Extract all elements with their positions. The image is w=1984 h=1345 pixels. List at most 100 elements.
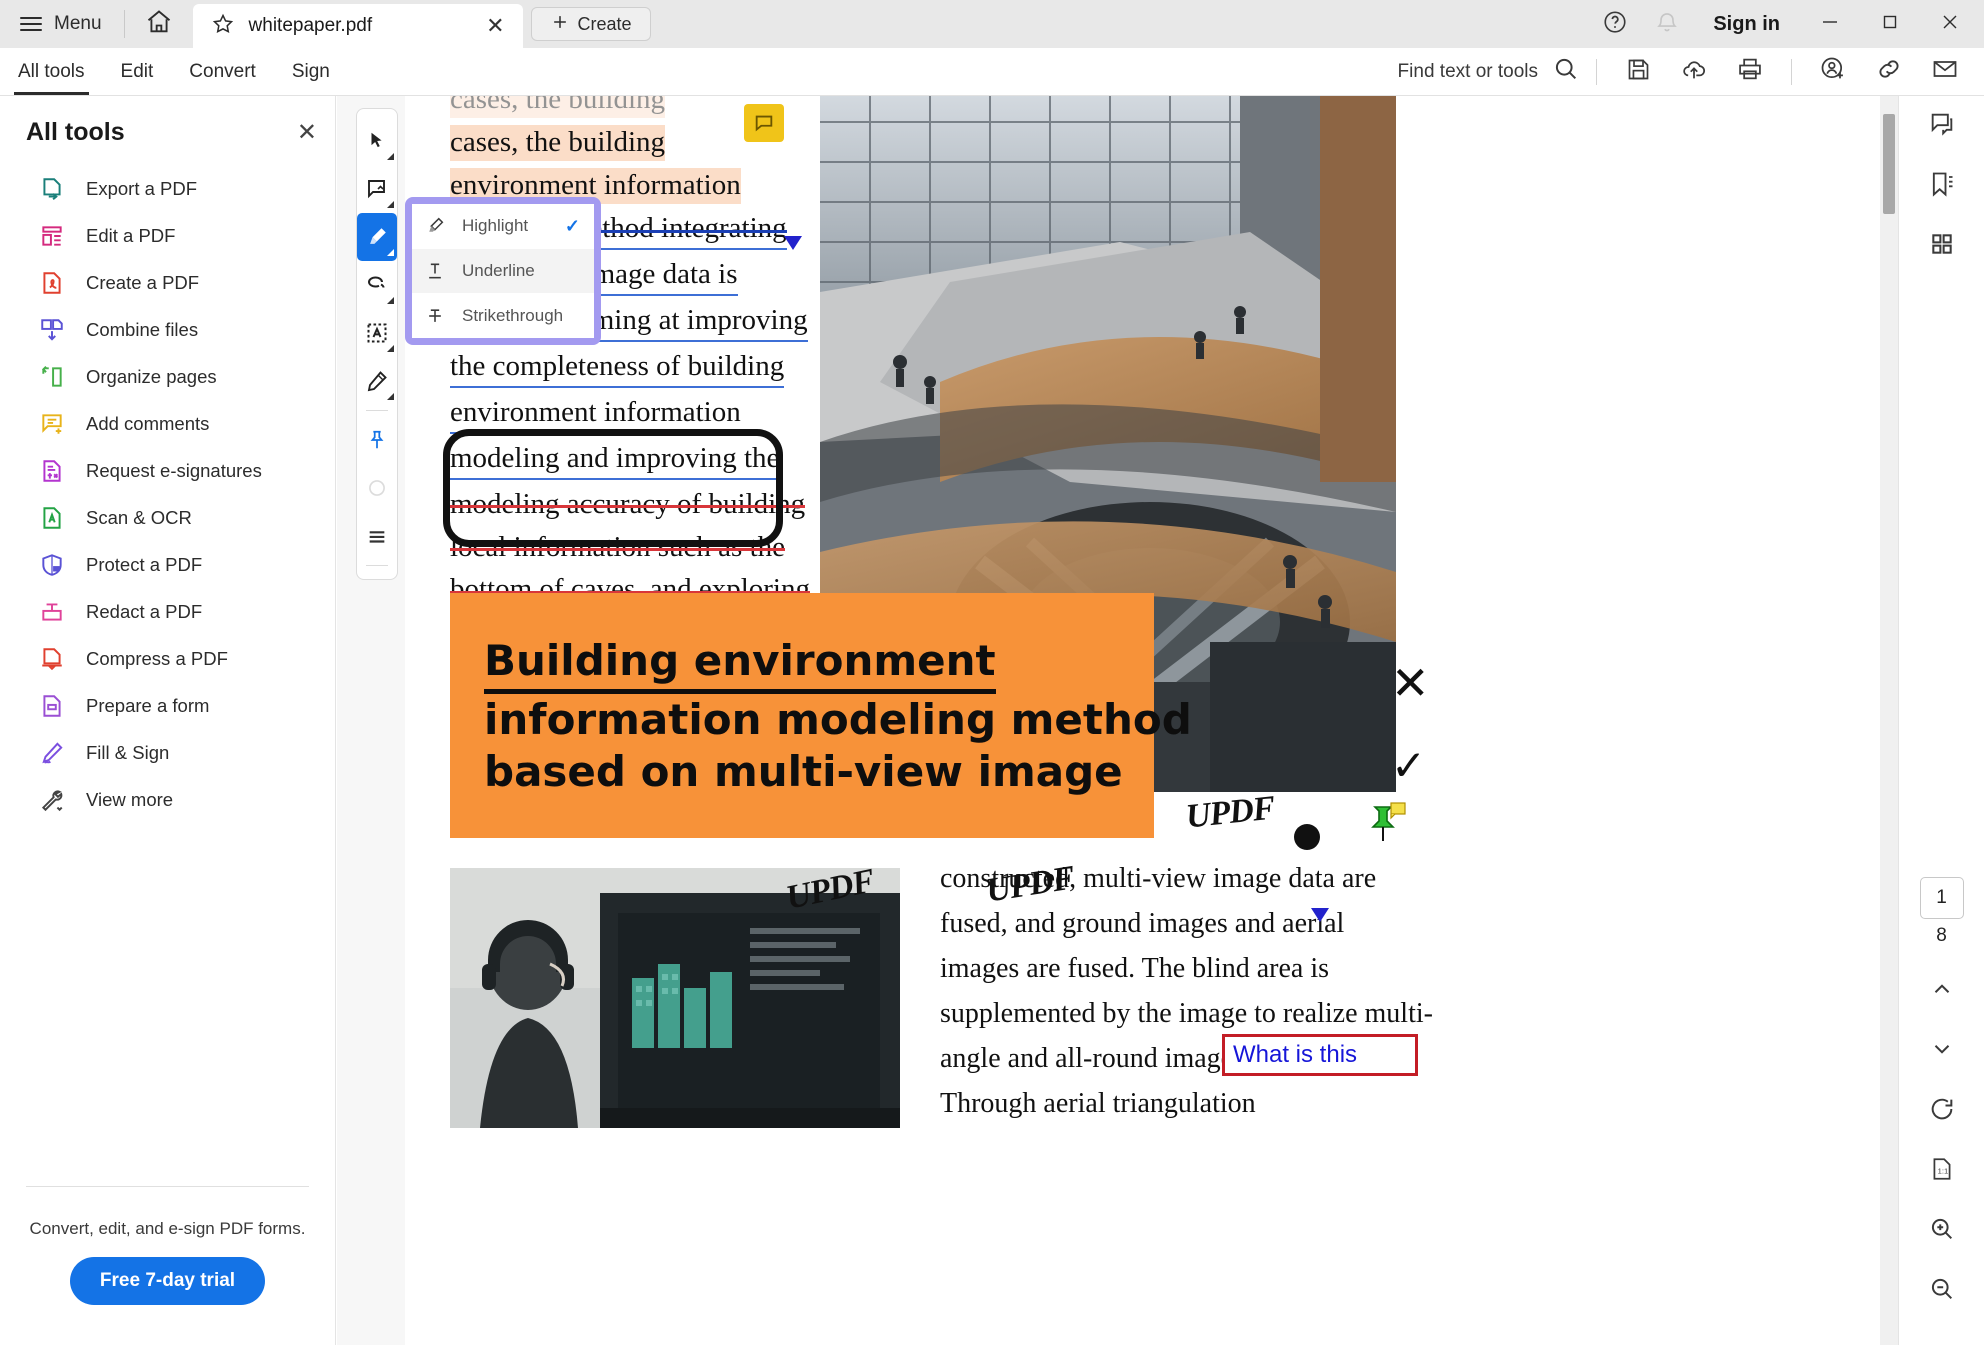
create-button[interactable]: Create: [530, 7, 651, 41]
sidebar-item-view-more[interactable]: View more: [0, 776, 335, 823]
tab-convert[interactable]: Convert: [171, 48, 274, 95]
blue-caret-marker[interactable]: [1311, 908, 1329, 922]
sidebar-item-export-a-pdf[interactable]: Export a PDF: [0, 165, 335, 212]
x-stamp-annotation[interactable]: ✕: [1391, 656, 1430, 710]
draw-tool-button[interactable]: [357, 261, 397, 309]
document-scrollbar-thumb[interactable]: [1883, 114, 1895, 214]
sidebar-item-protect-a-pdf[interactable]: Protect a PDF: [0, 541, 335, 588]
close-tab-icon[interactable]: ✕: [486, 15, 504, 37]
sidebar-item-request-e-signatures[interactable]: Request e-signatures: [0, 447, 335, 494]
sidebar-item-label: Create a PDF: [86, 271, 200, 293]
hamburger-icon: [20, 17, 42, 31]
sidebar-item-redact-a-pdf[interactable]: Redact a PDF: [0, 588, 335, 635]
all-tools-sidebar: All tools ✕ Export a PDF Edit a PDF Crea…: [0, 96, 336, 1345]
mail-button[interactable]: [1920, 48, 1970, 96]
yellow-sticky-note-icon[interactable]: [744, 104, 784, 142]
organize-pages-icon: [38, 363, 66, 391]
check-stamp-annotation[interactable]: ✓: [1391, 741, 1426, 790]
document-tab[interactable]: whitepaper.pdf ✕: [192, 4, 523, 48]
export-pdf-icon: [38, 175, 66, 203]
annotation-toolbar: [356, 108, 398, 580]
sticky-note-tool-button[interactable]: [357, 165, 397, 213]
maximize-button[interactable]: [1862, 0, 1918, 48]
document-title-line-1: Building environment: [484, 635, 996, 695]
select-tool-button[interactable]: [357, 117, 397, 165]
doc-line: fused, and ground images and aerial: [940, 907, 1345, 939]
find-button[interactable]: Find text or tools: [1398, 55, 1580, 89]
menu-item-highlight[interactable]: Highlight ✓: [412, 204, 594, 249]
signature-text: UPDF: [1184, 789, 1277, 836]
sidebar-item-edit-a-pdf[interactable]: Edit a PDF: [0, 212, 335, 259]
star-icon[interactable]: [211, 12, 235, 41]
signature-annotation[interactable]: UPDF: [1184, 789, 1276, 836]
notifications-button[interactable]: [1643, 0, 1691, 48]
previous-page-button[interactable]: [1910, 961, 1974, 1021]
blue-caret-marker[interactable]: [784, 236, 802, 250]
add-comments-icon: [38, 410, 66, 438]
bookmarks-panel-button[interactable]: [1910, 156, 1974, 216]
more-tool-button[interactable]: [357, 512, 397, 560]
comments-panel-button[interactable]: [1910, 96, 1974, 156]
link-button[interactable]: [1864, 48, 1914, 96]
document-title-line-2: information modeling method: [484, 695, 1192, 745]
document-title-lines: Building environment information modelin…: [450, 593, 1192, 798]
doc-line: cases, the building: [450, 124, 666, 161]
tab-edit-label: Edit: [120, 60, 154, 82]
minimize-button[interactable]: [1802, 0, 1858, 48]
add-person-button[interactable]: [1808, 48, 1858, 96]
print-button[interactable]: [1725, 48, 1775, 96]
stamp-tool-button[interactable]: [357, 416, 397, 464]
sidebar-item-combine-files[interactable]: Combine files: [0, 306, 335, 353]
callout-text-box[interactable]: What is this: [1222, 1034, 1418, 1076]
save-button[interactable]: [1613, 48, 1663, 96]
tab-edit[interactable]: Edit: [103, 48, 172, 95]
free-trial-button[interactable]: Free 7-day trial: [69, 1257, 266, 1305]
shape-tool-button[interactable]: [357, 464, 397, 512]
menu-item-underline[interactable]: Underline: [412, 248, 594, 294]
sidebar-item-label: Scan & OCR: [86, 506, 192, 528]
sidebar-header: All tools ✕: [0, 96, 335, 147]
upload-button[interactable]: [1669, 48, 1719, 96]
home-button[interactable]: [125, 0, 193, 48]
sidebar-item-add-comments[interactable]: Add comments: [0, 400, 335, 447]
tab-all-tools[interactable]: All tools: [0, 48, 103, 95]
highlight-options-menu: Highlight ✓ Underline Strikethrough: [405, 197, 601, 345]
rotate-button[interactable]: [1910, 1081, 1974, 1141]
compress-pdf-icon: [38, 645, 66, 673]
page-number-input[interactable]: 1: [1919, 877, 1964, 919]
sidebar-item-fill-and-sign[interactable]: Fill & Sign: [0, 729, 335, 776]
document-title-card: Building environment information modelin…: [450, 593, 1192, 838]
highlight-options-list: Highlight ✓ Underline Strikethrough: [412, 204, 594, 338]
signature-tool-button[interactable]: [357, 357, 397, 405]
sign-in-button[interactable]: Sign in: [1695, 13, 1798, 36]
comments-panel-icon: [1928, 110, 1956, 143]
close-window-button[interactable]: [1922, 0, 1978, 48]
black-dot-stamp-icon[interactable]: [1294, 824, 1320, 850]
sidebar-item-prepare-a-form[interactable]: Prepare a form: [0, 682, 335, 729]
callout-text: What is this: [1233, 1041, 1358, 1068]
help-button[interactable]: [1591, 0, 1639, 48]
thumbnails-panel-button[interactable]: [1910, 216, 1974, 276]
zoom-in-button[interactable]: [1910, 1201, 1974, 1261]
cloud-upload-icon: [1680, 55, 1708, 88]
menu-item-strikethrough[interactable]: Strikethrough: [412, 293, 594, 338]
strikethrough-icon: [424, 306, 446, 326]
highlight-tool-button[interactable]: [357, 213, 397, 261]
green-pushpin-icon[interactable]: [1361, 801, 1407, 852]
sidebar-item-scan-and-ocr[interactable]: Scan & OCR: [0, 494, 335, 541]
sidebar-item-compress-a-pdf[interactable]: Compress a PDF: [0, 635, 335, 682]
lasso-draw-icon: [367, 276, 385, 288]
sidebar-item-create-a-pdf[interactable]: Create a PDF: [0, 259, 335, 306]
text-box-tool-button[interactable]: [357, 309, 397, 357]
menu-button[interactable]: Menu: [0, 0, 124, 48]
document-scrollbar[interactable]: [1880, 96, 1898, 1345]
sidebar-item-label: Compress a PDF: [86, 647, 228, 669]
next-page-button[interactable]: [1910, 1021, 1974, 1081]
close-icon[interactable]: ✕: [297, 120, 317, 145]
search-icon: [1552, 55, 1580, 89]
zoom-out-button[interactable]: [1910, 1261, 1974, 1321]
tab-sign[interactable]: Sign: [274, 48, 348, 95]
sidebar-item-organize-pages[interactable]: Organize pages: [0, 353, 335, 400]
document-viewport[interactable]: cases, the building cases, the building …: [406, 96, 1898, 1345]
fit-page-button[interactable]: 1:1: [1910, 1141, 1974, 1201]
